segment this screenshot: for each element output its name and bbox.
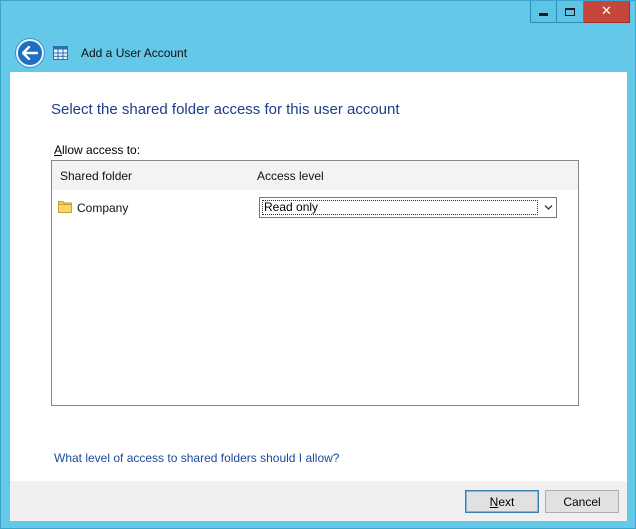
page-title: Select the shared folder access for this…: [51, 101, 400, 118]
minimize-icon: [539, 12, 548, 16]
back-arrow-icon: [22, 46, 38, 60]
next-button[interactable]: Next: [465, 490, 539, 513]
column-header-access-level[interactable]: Access level: [257, 169, 324, 183]
chevron-down-icon: [544, 205, 553, 210]
next-mnemonic: N: [489, 494, 499, 509]
close-button[interactable]: ✕: [584, 1, 630, 23]
table-row[interactable]: Company Read only: [52, 194, 578, 220]
allow-access-label-text: llow access to:: [62, 143, 141, 157]
close-icon: ✕: [601, 4, 612, 19]
shared-folder-access-table[interactable]: Shared folder Access level Company Read …: [51, 160, 579, 406]
allow-access-mnemonic: A: [54, 143, 63, 157]
column-header-shared-folder[interactable]: Shared folder: [60, 169, 132, 183]
cancel-button[interactable]: Cancel: [545, 490, 619, 513]
maximize-icon: [565, 7, 575, 16]
content-panel: Select the shared folder access for this…: [10, 72, 627, 481]
folder-name: Company: [77, 201, 129, 215]
table-header: Shared folder Access level: [52, 161, 578, 190]
access-level-value: Read only: [262, 200, 538, 215]
grid-app-icon: [53, 46, 68, 60]
back-button[interactable]: [16, 39, 44, 67]
access-level-dropdown[interactable]: Read only: [259, 197, 557, 218]
access-level-help-link[interactable]: What level of access to shared folders s…: [54, 451, 339, 465]
next-label: ext: [498, 494, 515, 509]
maximize-button[interactable]: [557, 1, 584, 23]
window-title: Add a User Account: [81, 46, 188, 60]
allow-access-label: Allow access to:: [54, 143, 140, 157]
add-user-account-window: ✕ Add a User Account Select the shared f…: [0, 0, 636, 529]
folder-icon: [58, 201, 72, 213]
footer-bar: Next Cancel: [10, 481, 627, 521]
minimize-button[interactable]: [530, 1, 557, 23]
